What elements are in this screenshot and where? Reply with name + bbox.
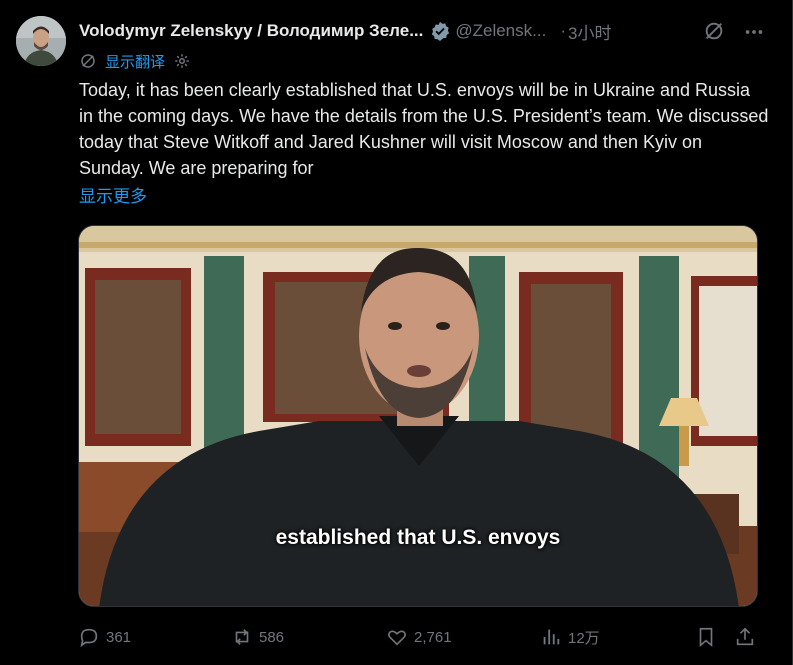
reply-icon — [80, 628, 98, 648]
translate-icon — [81, 54, 95, 68]
video-player[interactable]: established that U.S. envoys — [78, 225, 758, 607]
views-button[interactable]: 12万 — [540, 622, 600, 652]
translate-row: 显示翻译 — [79, 50, 191, 72]
share-icon — [736, 627, 754, 646]
settings-icon[interactable] — [173, 52, 191, 70]
show-translation-link[interactable]: 显示翻译 — [105, 51, 165, 72]
bookmark-button[interactable] — [695, 622, 717, 652]
grok-icon[interactable] — [703, 20, 725, 42]
post-text: Today, it has been clearly established t… — [79, 80, 769, 178]
repost-button[interactable]: 586 — [231, 622, 284, 652]
like-count: 2,761 — [414, 628, 452, 646]
more-icon[interactable] — [743, 21, 765, 43]
repost-icon — [235, 629, 249, 645]
video-caption: established that U.S. envoys — [275, 526, 561, 549]
post-time[interactable]: 3小时 — [568, 19, 611, 44]
bookmark-icon — [699, 627, 713, 648]
repost-count: 586 — [259, 628, 285, 646]
show-more-link[interactable]: 显示更多 — [79, 182, 147, 207]
post-header: Volodymyr Zelenskyy / Володимир Зеле... … — [79, 19, 773, 43]
avatar[interactable] — [16, 16, 66, 66]
like-icon — [388, 630, 406, 646]
views-icon — [543, 629, 560, 645]
like-button[interactable]: 2,761 — [386, 622, 452, 652]
action-bar: 361 586 2,761 12万 — [78, 622, 758, 652]
share-button[interactable] — [734, 622, 756, 652]
author-handle[interactable]: @Zelensk... — [455, 21, 546, 41]
views-count: 12万 — [568, 629, 600, 647]
verified-badge-icon — [432, 21, 450, 41]
author-name[interactable]: Volodymyr Zelenskyy / Володимир Зеле... — [79, 21, 423, 41]
reply-count: 361 — [106, 628, 132, 646]
reply-button[interactable]: 361 — [78, 622, 131, 652]
separator-dot: · — [560, 21, 566, 40]
